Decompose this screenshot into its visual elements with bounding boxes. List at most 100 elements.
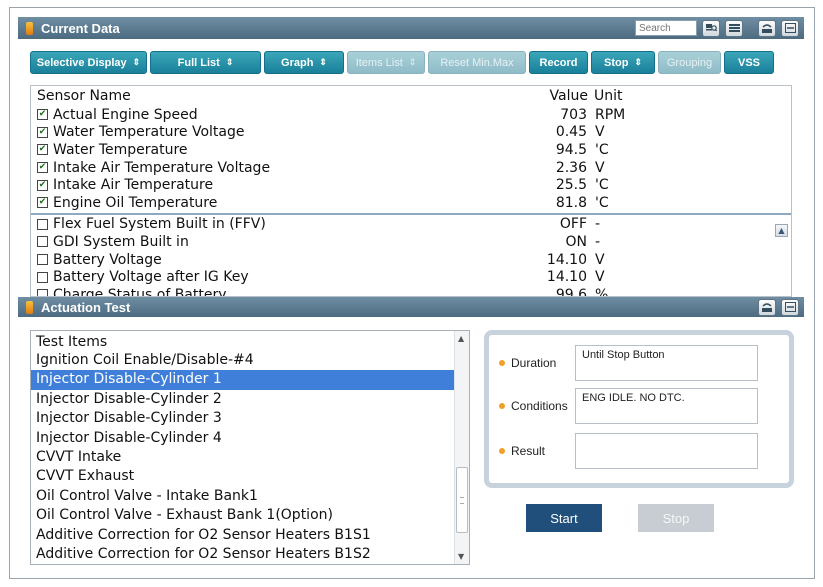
button-label: Reset Min.Max — [440, 56, 514, 69]
bullet-icon — [499, 360, 505, 366]
chevron-updown-icon: ⇕ — [225, 57, 234, 67]
graph-button[interactable]: Graph ⇕ — [264, 51, 344, 74]
checkbox[interactable] — [37, 218, 48, 230]
table-row[interactable]: Battery Voltage after IG Key 14.10 V — [31, 268, 791, 286]
sensor-name: Flex Fuel System Built in (FFV) — [53, 216, 266, 233]
return-icon[interactable] — [758, 298, 776, 316]
grouping-button[interactable]: Grouping — [658, 51, 721, 74]
list-item[interactable]: Injector Disable-Cylinder 4 — [31, 429, 454, 448]
checkbox[interactable] — [37, 254, 48, 266]
checkbox[interactable] — [37, 236, 48, 248]
sensor-name-cell: ✔ Water Temperature — [31, 142, 464, 158]
stop-dropdown-button[interactable]: Stop ⇕ — [591, 51, 655, 74]
button-label: Full List — [177, 56, 220, 69]
list-item[interactable]: Injector Disable-Cylinder 3 — [31, 409, 454, 428]
test-items-header: Test Items — [36, 334, 108, 350]
chevron-updown-icon: ⇕ — [132, 57, 141, 67]
scroll-up-arrow-icon[interactable]: ▲ — [775, 224, 788, 237]
test-list-scrollbar[interactable]: ▲ ▼ — [454, 331, 469, 564]
return-icon[interactable] — [758, 19, 776, 37]
actuation-test-title: Actuation Test — [41, 299, 131, 315]
list-item[interactable]: Additive Correction for O2 Sensor Heater… — [31, 545, 454, 564]
conditions-label: Conditions — [511, 399, 568, 413]
search-icon[interactable] — [702, 19, 720, 37]
scrollbar-thumb[interactable] — [456, 467, 468, 533]
checkbox-checked[interactable]: ✔ — [37, 197, 48, 209]
checkbox-checked[interactable]: ✔ — [37, 126, 48, 138]
button-label: Selective Display — [36, 56, 127, 69]
stop-button[interactable]: Stop — [638, 504, 714, 532]
checkbox-checked[interactable]: ✔ — [37, 144, 48, 156]
button-label: VSS — [737, 56, 760, 69]
search-input[interactable] — [635, 20, 697, 36]
list-item[interactable]: Additive Correction for O2 Sensor Heater… — [31, 526, 454, 545]
selective-display-button[interactable]: Selective Display ⇕ — [30, 51, 147, 74]
test-items-list: Test Items Ignition Coil Enable/Disable-… — [30, 330, 470, 565]
bullet-icon — [499, 448, 505, 454]
scroll-up-icon[interactable]: ▲ — [458, 334, 464, 343]
test-detail-panel: Duration Until Stop Button Conditions EN… — [484, 330, 794, 488]
result-label: Result — [511, 444, 546, 458]
list-item[interactable]: CVVT Exhaust — [31, 467, 454, 486]
table-header: Sensor Name Value Unit — [31, 86, 791, 106]
sensor-name: Water Temperature — [53, 141, 188, 158]
chevron-updown-icon: ⇕ — [319, 57, 327, 67]
sensor-name: Charge Status of Battery — [53, 286, 227, 297]
table-row[interactable]: ✔ Actual Engine Speed 703 RPM — [31, 106, 791, 124]
sensor-unit: V — [595, 124, 605, 141]
sensor-name: Engine Oil Temperature — [53, 194, 218, 211]
checkbox-checked[interactable]: ✔ — [37, 109, 48, 121]
full-list-button[interactable]: Full List ⇕ — [150, 51, 261, 74]
sensor-name: Battery Voltage after IG Key — [53, 269, 249, 286]
sensor-name-cell: Charge Status of Battery — [31, 286, 464, 297]
minimize-icon[interactable] — [781, 298, 799, 316]
list-item[interactable]: CVVT Intake — [31, 448, 454, 467]
scroll-down-icon[interactable]: ▼ — [458, 552, 464, 561]
sensor-name-cell: Flex Fuel System Built in (FFV) — [31, 216, 464, 232]
sensor-value: 94.5 — [555, 141, 587, 158]
list-item[interactable]: Ignition Coil Enable/Disable-#4 — [31, 351, 454, 370]
list-item[interactable]: Injector Disable-Cylinder 1 — [31, 370, 454, 390]
selected-sensor-rows: ✔ Actual Engine Speed 703 RPM ✔ Water Tempera… — [31, 106, 791, 212]
selection-divider — [31, 212, 791, 215]
table-row[interactable]: GDI System Built in ON - — [31, 233, 791, 251]
chevron-updown-icon: ⇕ — [634, 57, 642, 67]
table-row[interactable]: Flex Fuel System Built in (FFV) OFF - — [31, 216, 791, 234]
table-row[interactable]: ✔ Engine Oil Temperature 81.8 'C — [31, 194, 791, 212]
sensor-name-cell: GDI System Built in — [31, 234, 464, 250]
sensor-name-cell: ✔ Engine Oil Temperature — [31, 195, 464, 211]
items-list-button[interactable]: Items List ⇕ — [347, 51, 425, 74]
sensor-name: GDI System Built in — [53, 233, 189, 250]
sensor-name: Water Temperature Voltage — [53, 124, 245, 141]
sensor-name-header: Sensor Name — [37, 88, 131, 104]
grip-icon — [26, 21, 33, 35]
minimize-icon[interactable] — [781, 19, 799, 37]
table-row[interactable]: Charge Status of Battery 99.6% — [31, 286, 791, 297]
checkbox-checked[interactable]: ✔ — [37, 179, 48, 191]
table-row[interactable]: ✔ Water Temperature 94.5 'C — [31, 141, 791, 159]
checkbox[interactable] — [37, 271, 48, 283]
table-row[interactable]: Battery Voltage 14.10 V — [31, 251, 791, 269]
checkbox[interactable] — [37, 289, 48, 296]
sensor-unit: V — [595, 269, 605, 286]
sensor-value: ON — [565, 233, 588, 250]
list-item[interactable]: Oil Control Valve - Exhaust Bank 1(Optio… — [31, 506, 454, 525]
list-item[interactable]: Oil Control Valve - Intake Bank1 — [31, 487, 454, 506]
sensor-unit: - — [595, 216, 601, 233]
start-button[interactable]: Start — [526, 504, 602, 532]
sensor-unit: V — [595, 251, 605, 268]
list-item[interactable]: Injector Disable-Cylinder 2 — [31, 390, 454, 409]
sensor-unit: V — [595, 159, 605, 176]
list-icon[interactable] — [725, 19, 743, 37]
reset-min-max-button[interactable]: Reset Min.Max — [428, 51, 526, 74]
vss-button[interactable]: VSS — [724, 51, 774, 74]
button-label: Items List — [355, 56, 403, 69]
sensor-unit: 'C — [595, 141, 609, 158]
table-row[interactable]: ✔ Intake Air Temperature 25.5 'C — [31, 176, 791, 194]
table-row[interactable]: ✔ Intake Air Temperature Voltage 2.36 V — [31, 159, 791, 177]
record-button[interactable]: Record — [529, 51, 588, 74]
table-row[interactable]: ✔ Water Temperature Voltage 0.45 V — [31, 124, 791, 142]
sensor-value: 14.10 — [546, 251, 587, 268]
sensor-unit: 'C — [595, 194, 609, 211]
checkbox-checked[interactable]: ✔ — [37, 162, 48, 174]
